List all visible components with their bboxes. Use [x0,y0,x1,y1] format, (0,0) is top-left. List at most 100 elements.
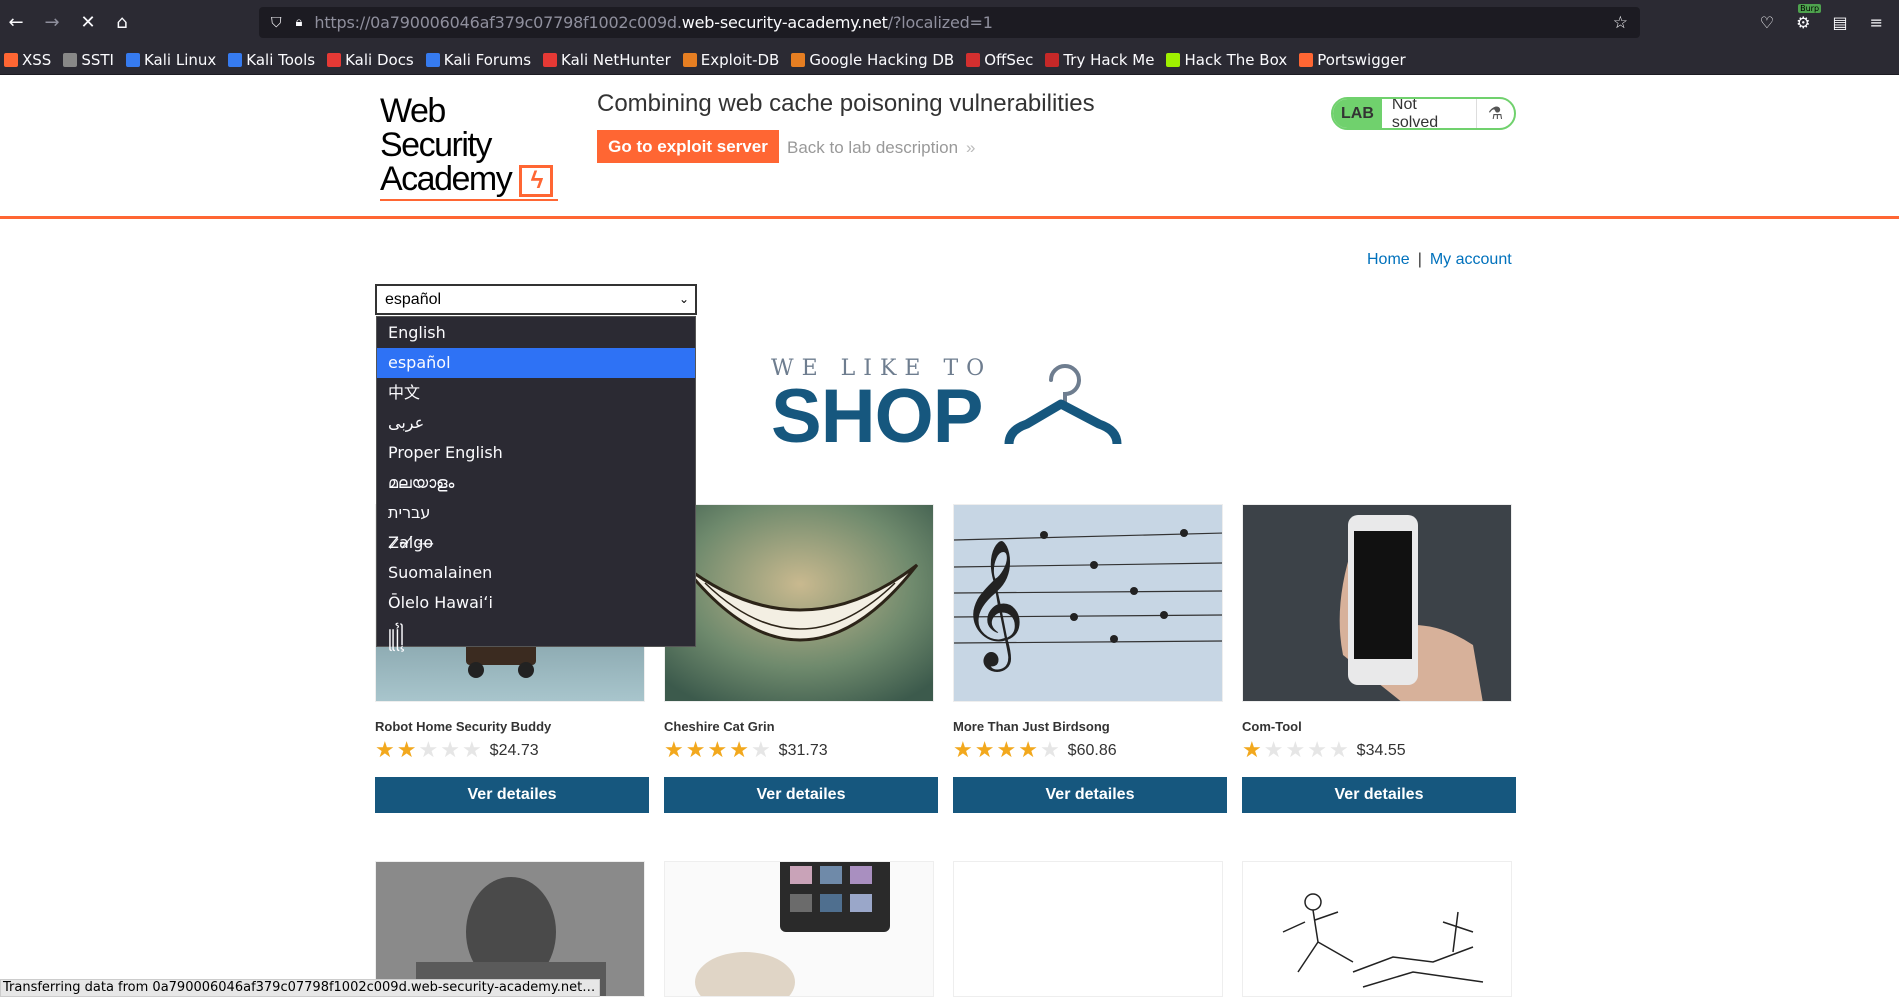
bookmark-item[interactable]: Kali Forums [425,51,531,69]
language-option[interactable]: English [377,318,695,348]
bookmark-favicon-icon [543,52,558,67]
product-image-comtool[interactable] [1242,504,1512,702]
back-icon[interactable]: ← [2,8,30,36]
stop-icon[interactable]: ✕ [74,8,102,36]
view-details-button[interactable]: Ver detailes [664,777,938,813]
product-image-row2-2[interactable] [664,861,934,997]
language-option[interactable]: Ōlelo Hawaiʻi [377,588,695,618]
star-icon: ★ [440,738,460,763]
bookmark-item[interactable]: Google Hacking DB [791,51,954,69]
product-image-cheshire[interactable] [664,504,934,702]
product-image-row2-4[interactable] [1242,861,1512,997]
product-name: Robot Home Security Buddy [375,719,552,734]
language-selected-value: español [385,290,442,308]
bookmark-favicon-icon [125,52,140,67]
bookmark-item[interactable]: Try Hack Me [1045,51,1154,69]
language-option[interactable]: 中文 [377,378,695,408]
bookmark-item[interactable]: Kali Docs [327,51,414,69]
view-details-button[interactable]: Ver detailes [375,777,649,813]
shield-icon[interactable]: ⛉ [271,15,282,31]
product-image-row2-3[interactable] [953,861,1223,997]
lab-label: LAB [1333,99,1382,128]
url-text: https://0a790006046af379c07798f1002c009d… [314,13,993,32]
url-suffix: /?localized=1 [887,13,993,32]
bookmark-favicon-icon [425,52,440,67]
lab-title: Combining web cache poisoning vulnerabil… [597,90,1095,117]
product-rating: ★ ★ ★ ★ ★ $34.55 [1242,740,1406,762]
lab-header: Web Security Academy ϟ Combining web cac… [0,76,1899,219]
bookmark-label: Kali Linux [143,50,217,69]
bookmark-item[interactable]: Kali Tools [228,51,315,69]
bookmark-favicon-icon [1166,52,1181,67]
home-icon[interactable]: ⌂ [108,8,136,36]
logo-line1: Web Security [380,92,492,164]
language-select[interactable]: español ⌄ [375,284,697,315]
product-rating: ★ ★ ★ ★ ★ $31.73 [664,740,828,762]
view-details-button[interactable]: Ver detailes [1242,777,1516,813]
bookmark-item[interactable]: XSS [4,51,51,69]
bookmark-item[interactable]: Kali NetHunter [543,51,671,69]
my-account-link[interactable]: My account [1430,251,1512,268]
bookmark-favicon-icon [966,52,981,67]
extension-icon[interactable]: ⚙ Burp [1796,4,1822,32]
pocket-icon[interactable]: ♡ [1760,13,1774,32]
logo-line2-row: Academy ϟ [380,162,560,198]
language-dropdown-list: English español 中文 عربى Proper English മലയാളം… [376,316,696,647]
menu-icon[interactable]: ≡ [1870,13,1883,32]
product-photo: 𝄞 [954,505,1222,701]
bookmark-label: Kali NetHunter [561,50,671,69]
language-option[interactable]: عربى [377,408,695,438]
bookmark-item[interactable]: Exploit-DB [682,51,779,69]
star-icon: ★ [418,738,439,763]
language-option[interactable]: Suomalainen [377,558,695,588]
home-link[interactable]: Home [1367,251,1410,268]
product-price: $60.86 [1067,742,1117,759]
language-option[interactable]: Z̷a̴l̸g̵o̶ [377,528,695,558]
back-to-lab-link[interactable]: Back to lab description » [787,138,976,158]
language-option[interactable]: ꧋꧌꧍ [377,618,695,648]
reader-icon[interactable]: ▤ [1832,13,1847,32]
bookmark-item[interactable]: SSTI [63,51,114,69]
lock-icon[interactable]: 🔒︎ [296,15,303,30]
bookmark-item[interactable]: OffSec [966,51,1033,69]
language-option[interactable]: español [377,348,695,378]
bookmark-label: OffSec [984,50,1034,69]
bolt-icon: ϟ [519,165,554,198]
url-bar[interactable]: ⛉ 🔒︎ https://0a790006046af379c07798f1002… [259,7,1640,38]
bookmarks-bar: XSS SSTI Kali Linux Kali Tools Kali Docs Kali… [0,45,1899,75]
bookmark-star-icon[interactable]: ☆ [1613,13,1628,33]
back-link-label: Back to lab description [787,138,959,157]
logo-underline [380,199,558,202]
product-rating: ★ ★ ★ ★ ★ $60.86 [953,740,1117,762]
product-name: More Than Just Birdsong [953,719,1110,734]
bookmark-favicon-icon [327,52,342,67]
product-price: $31.73 [778,742,828,759]
hero-title: SHOP [771,374,983,459]
flask-icon: ⚗ [1476,99,1514,128]
language-option[interactable]: Proper English [377,438,695,468]
shop-hero: WE LIKE TO SHOP [771,356,1122,459]
product-image-birdsong[interactable]: 𝄞 [953,504,1223,702]
product-image-row2-1[interactable] [375,861,645,997]
academy-logo[interactable]: Web Security Academy ϟ [380,92,560,202]
star-icon: ★ [461,738,482,763]
star-icon: ★ [1018,738,1038,763]
exploit-server-button[interactable]: Go to exploit server [597,130,779,163]
forward-icon[interactable]: → [38,8,66,36]
url-prefix: https://0a790006046af379c07798f1002c009d… [314,13,682,32]
language-option[interactable]: മലയാളം [377,468,695,498]
bookmark-item[interactable]: Portswigger [1299,51,1406,69]
bookmark-item[interactable]: Hack The Box [1166,51,1287,69]
url-host: web-security-academy.net [681,13,888,32]
product-photo [1243,505,1511,701]
view-details-button[interactable]: Ver detailes [953,777,1227,813]
star-icon: ★ [1039,738,1060,763]
star-icon: ★ [996,738,1017,763]
product-photo [665,862,933,996]
toolbar-right-icons: ♡ ⚙ Burp ▤ ≡ [1760,0,1899,45]
bookmark-favicon-icon [228,52,243,67]
bookmark-label: Kali Docs [345,50,414,69]
product-rating: ★ ★ ★ ★ ★ $24.73 [375,740,539,762]
language-option[interactable]: עברית [377,498,695,528]
bookmark-item[interactable]: Kali Linux [125,50,217,69]
